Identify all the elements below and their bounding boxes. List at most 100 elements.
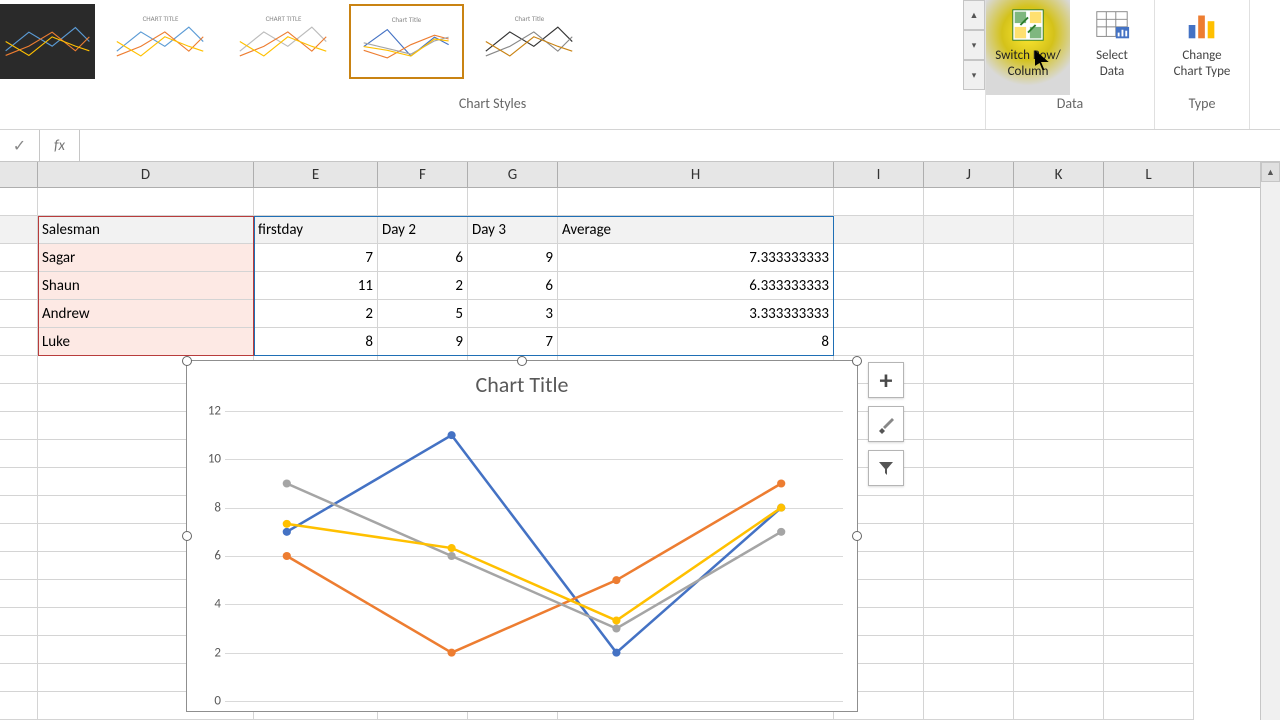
chart-styles-label: Chart Styles (0, 95, 985, 116)
cell-d2[interactable]: 9 (378, 328, 468, 356)
col-header-stub[interactable] (0, 162, 38, 187)
chart-styles-button[interactable] (868, 406, 904, 442)
filter-icon (877, 459, 895, 477)
brush-icon (876, 414, 896, 434)
chart-style-thumb-2[interactable]: CHART TITLE (103, 4, 218, 79)
cell-avg[interactable]: 8 (558, 328, 834, 356)
col-header-F[interactable]: F (378, 162, 468, 187)
ribbon: CHART TITLE CHART TITLE (0, 0, 1280, 130)
hdr-day3[interactable]: Day 3 (468, 216, 558, 244)
resize-handle[interactable] (852, 356, 862, 366)
y-tick-label: 12 (208, 404, 221, 419)
hdr-average[interactable]: Average (558, 216, 834, 244)
formula-bar: ✓ fx (0, 130, 1280, 162)
table-header-row: Salesman firstday Day 2 Day 3 Average (0, 216, 1280, 244)
cell-d3[interactable]: 9 (468, 244, 558, 272)
cell-d3[interactable]: 3 (468, 300, 558, 328)
grid[interactable]: D E F G H I J K L Salesman firstday Day … (0, 162, 1280, 720)
chart-style-thumb-3[interactable]: CHART TITLE (226, 4, 341, 79)
scroll-up-icon[interactable]: ▲ (1261, 162, 1280, 182)
formula-input[interactable] (80, 130, 1280, 161)
chart-side-buttons: + (868, 362, 904, 486)
thumb-title: Chart Title (359, 15, 453, 24)
cell-name[interactable]: Sagar (38, 244, 254, 272)
col-header-J[interactable]: J (924, 162, 1014, 187)
check-icon: ✓ (13, 136, 26, 156)
col-header-H[interactable]: H (558, 162, 834, 187)
table-row: Luke 8 9 7 8 (0, 328, 1280, 356)
hdr-firstday[interactable]: firstday (254, 216, 378, 244)
change-type-label-1: Change (1182, 48, 1221, 64)
cell-d3[interactable]: 6 (468, 272, 558, 300)
y-tick-label: 10 (208, 452, 221, 467)
change-chart-type-icon (1183, 6, 1221, 44)
thumb-title: Chart Title (481, 14, 577, 23)
hdr-salesman[interactable]: Salesman (38, 216, 254, 244)
y-tick-label: 4 (214, 597, 221, 612)
thumb-title: CHART TITLE (235, 14, 331, 23)
scroll-more-button[interactable]: ▾ (963, 60, 985, 90)
cell-name[interactable]: Andrew (38, 300, 254, 328)
cell-d3[interactable]: 7 (468, 328, 558, 356)
chart-styles-scroll: ▲ ▾ ▾ (963, 0, 985, 90)
col-header-I[interactable]: I (834, 162, 924, 187)
y-axis: 024681012 (193, 411, 223, 701)
switch-label-1: Switch Row/ (995, 48, 1061, 64)
embedded-chart[interactable]: Chart Title 024681012 (186, 360, 858, 712)
data-group-label: Data (986, 95, 1154, 116)
col-header-L[interactable]: L (1104, 162, 1194, 187)
resize-handle[interactable] (517, 356, 527, 366)
chart-styles-gallery: CHART TITLE CHART TITLE (0, 0, 985, 95)
chart-elements-button[interactable]: + (868, 362, 904, 398)
col-header-G[interactable]: G (468, 162, 558, 187)
ribbon-rest (1250, 0, 1280, 129)
hdr-day2[interactable]: Day 2 (378, 216, 468, 244)
cell-d1[interactable]: 2 (254, 300, 378, 328)
select-data-label-2: Data (1100, 64, 1125, 80)
cell-d2[interactable]: 2 (378, 272, 468, 300)
col-header-D[interactable]: D (38, 162, 254, 187)
chart-style-thumb-4-selected[interactable]: Chart Title (349, 4, 464, 79)
col-header-E[interactable]: E (254, 162, 378, 187)
scroll-mid-button[interactable]: ▾ (963, 30, 985, 60)
switch-row-column-button[interactable]: Switch Row/ Column (986, 0, 1070, 95)
chart-style-thumb-5[interactable]: Chart Title (472, 4, 587, 79)
cell-d1[interactable]: 8 (254, 328, 378, 356)
resize-handle[interactable] (852, 531, 862, 541)
cell-avg[interactable]: 7.333333333 (558, 244, 834, 272)
table-row: Sagar 7 6 9 7.333333333 (0, 244, 1280, 272)
col-header-K[interactable]: K (1014, 162, 1104, 187)
cell-d1[interactable]: 11 (254, 272, 378, 300)
chart-title[interactable]: Chart Title (187, 361, 857, 402)
cell-d2[interactable]: 5 (378, 300, 468, 328)
cell-avg[interactable]: 6.333333333 (558, 272, 834, 300)
chart-lines (225, 411, 843, 701)
vertical-scrollbar[interactable]: ▲ (1260, 162, 1280, 720)
y-tick-label: 6 (214, 549, 221, 564)
chart-plot-area[interactable]: 024681012 (225, 411, 843, 701)
cell-avg[interactable]: 3.333333333 (558, 300, 834, 328)
chart-filters-button[interactable] (868, 450, 904, 486)
formula-bar-check[interactable]: ✓ (0, 130, 40, 161)
switch-row-column-icon (1009, 6, 1047, 44)
change-chart-type-button[interactable]: Change Chart Type (1155, 0, 1249, 95)
table-row: Shaun 11 2 6 6.333333333 (0, 272, 1280, 300)
select-data-button[interactable]: Select Data (1070, 0, 1154, 95)
fx-button[interactable]: fx (40, 130, 80, 161)
y-tick-label: 8 (214, 500, 221, 515)
resize-handle[interactable] (182, 356, 192, 366)
type-group: Change Chart Type Type (1155, 0, 1250, 129)
plus-icon: + (880, 364, 893, 396)
chart-style-thumb-1[interactable] (0, 4, 95, 79)
cell-name[interactable]: Shaun (38, 272, 254, 300)
worksheet-area: D E F G H I J K L Salesman firstday Day … (0, 162, 1280, 720)
change-type-label-2: Chart Type (1174, 64, 1231, 80)
y-tick-label: 0 (214, 694, 221, 709)
cell-d1[interactable]: 7 (254, 244, 378, 272)
select-data-label-1: Select (1096, 48, 1128, 64)
table-row: Andrew 2 5 3 3.333333333 (0, 300, 1280, 328)
cell-d2[interactable]: 6 (378, 244, 468, 272)
cell-name[interactable]: Luke (38, 328, 254, 356)
resize-handle[interactable] (182, 531, 192, 541)
scroll-up-button[interactable]: ▲ (963, 0, 985, 30)
